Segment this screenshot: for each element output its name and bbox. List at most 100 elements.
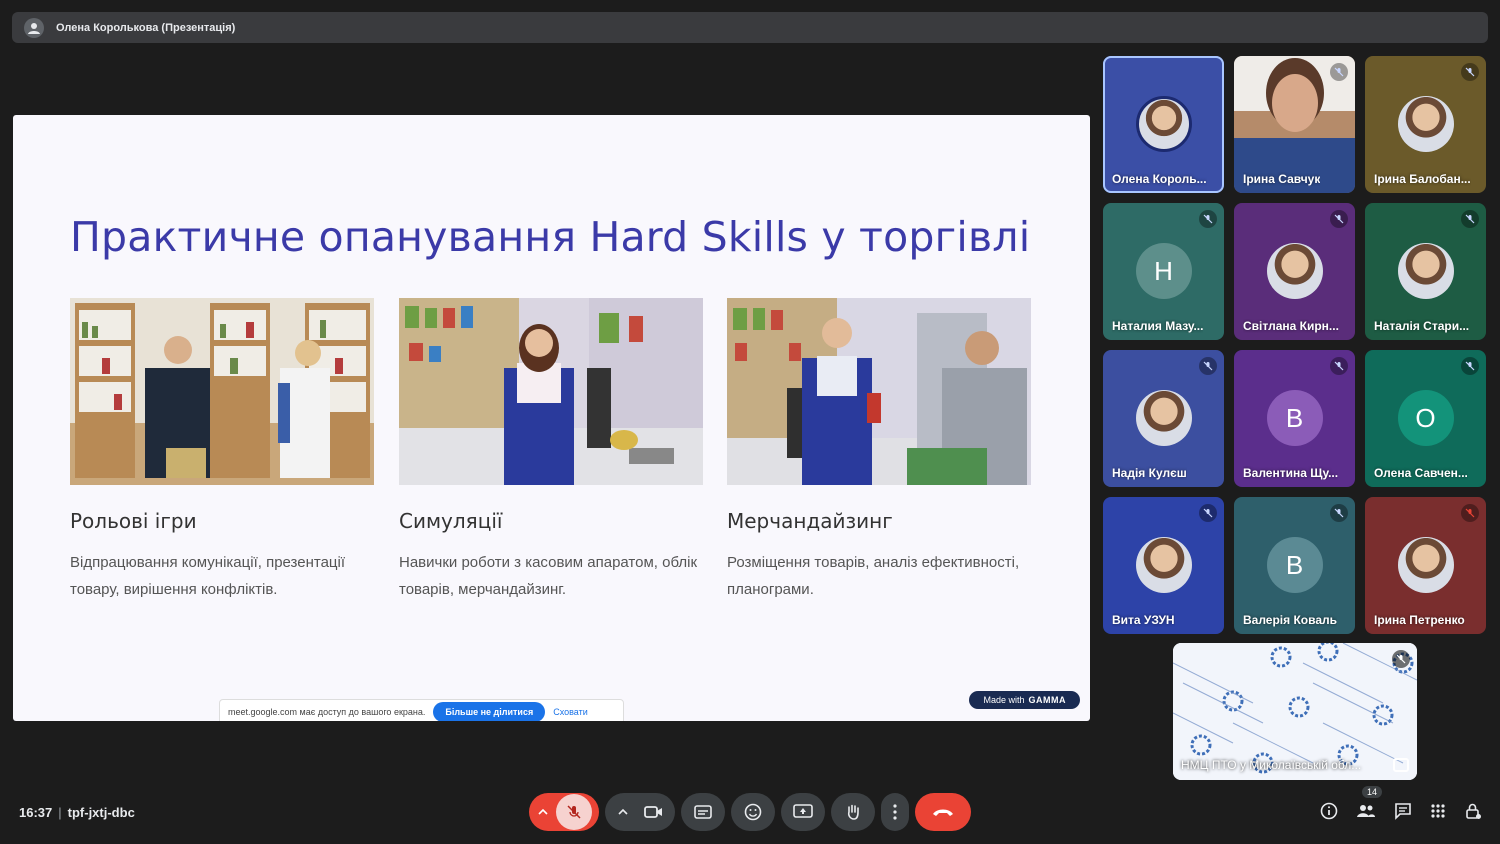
made-with-gamma-badge[interactable]: Made with GAMMA [969,691,1080,709]
participant-tile[interactable]: Ірина Петренко [1365,497,1486,634]
participant-photo-avatar [1135,537,1192,593]
people-icon[interactable] [1356,802,1376,820]
mic-off-icon [1330,504,1348,522]
card-heading: Рольові ігри [70,509,197,533]
mic-off-icon [1461,357,1479,375]
slide-title: Практичне опанування Hard Skills у торгі… [70,213,1031,261]
call-controls [529,793,971,831]
more-vert-icon [893,804,897,820]
participant-name: Ірина Петренко [1374,613,1465,627]
leave-call-button[interactable] [915,793,971,831]
participant-name: Наталия Мазу... [1112,319,1204,333]
mic-off-icon[interactable] [555,794,592,830]
mic-off-icon [1199,357,1217,375]
presentation-header: Олена Королькова (Презентація) [12,12,1488,43]
slide-photo-simulations [399,298,703,485]
participant-name: Валентина Щу... [1243,466,1339,480]
participant-initial-avatar: В [1266,537,1323,593]
participant-name: Олена Король... [1112,172,1207,186]
mic-off-icon [1199,210,1217,228]
mic-off-icon [1461,504,1479,522]
participant-name: Наталія Стари... [1374,319,1470,333]
slide-card-merchandising: Мерчандайзинг Розміщення товарів, аналіз… [727,298,1031,603]
raise-hand-button[interactable] [831,793,875,831]
card-text: Відпрацювання комунікації, презентації т… [70,554,346,598]
card-heading: Мерчандайзинг [727,509,893,533]
participant-tile[interactable]: Ірина Балобан... [1365,56,1486,193]
pip-icon[interactable] [1393,758,1409,772]
meeting-tools [1320,802,1482,820]
gamma-brand: GAMMA [1028,695,1066,705]
slide-card-role-play: Рольові ігри Відпрацювання комунікації, … [70,298,374,603]
mic-off-icon [1199,504,1217,522]
host-controls-icon[interactable] [1464,802,1482,820]
meet-window: Олена Королькова (Презентація) Практичне… [0,0,1500,844]
meeting-code: tpf-jxtj-dbc [67,805,135,820]
shared-screen-slide: Практичне опанування Hard Skills у торгі… [13,115,1090,721]
participant-name: Надія Кулєш [1112,466,1187,480]
more-options-button[interactable] [881,793,909,831]
captions-button[interactable] [681,793,725,831]
self-view-tile[interactable]: НМЦ ПТО у Миколаївській обл... [1173,643,1417,780]
participant-photo-avatar [1397,537,1454,593]
participant-tile[interactable]: В Валерія Коваль [1234,497,1355,634]
participant-photo-avatar [1397,96,1454,152]
participants-count-badge: 14 [1362,786,1383,798]
slide-photo-role-play [70,298,374,485]
participant-name: Світлана Кирн... [1243,319,1339,333]
stop-sharing-button[interactable]: Більше не ділитися [433,702,546,721]
mic-off-icon [1330,357,1348,375]
slide-photo-merchandising [727,298,1031,485]
participant-photo-avatar [1135,390,1192,446]
share-notice-text: meet.google.com має доступ до вашого екр… [228,707,426,717]
gamma-prefix: Made with [983,695,1025,705]
card-text: Розміщення товарів, аналіз ефективності,… [727,554,1020,598]
participant-tile[interactable]: Світлана Кирн... [1234,203,1355,340]
participant-name: Ірина Савчук [1243,172,1321,186]
participant-tile[interactable]: Ірина Савчук [1234,56,1355,193]
participant-tile[interactable]: Надія Кулєш [1103,350,1224,487]
hide-notice-link[interactable]: Сховати [553,707,588,717]
reactions-button[interactable] [731,793,775,831]
hang-up-icon [933,809,953,816]
chevron-up-icon[interactable] [617,806,629,818]
participant-photo-avatar [1266,243,1323,299]
participant-name: Вита УЗУН [1112,613,1175,627]
participant-tile[interactable]: Наталія Стари... [1365,203,1486,340]
participant-grid: Олена Король... Ірина Савчук Ірина Балобан… [1103,56,1487,634]
participant-tile[interactable]: Олена Король... [1103,56,1224,193]
mic-toggle-group[interactable] [529,793,599,831]
captions-icon [694,805,712,819]
participant-tile[interactable]: Н Наталия Мазу... [1103,203,1224,340]
participant-initial-avatar: О [1397,390,1454,446]
mic-off-icon [1461,210,1479,228]
participant-name: Олена Савчен... [1374,466,1468,480]
participant-tile[interactable]: О Олена Савчен... [1365,350,1486,487]
card-text: Навички роботи з касовим апаратом, облік… [399,554,698,598]
present-screen-button[interactable] [781,793,825,831]
participant-tile[interactable]: В Валентина Щу... [1234,350,1355,487]
mic-off-icon [1461,63,1479,81]
participant-face [1272,74,1318,132]
participant-name: Ірина Балобан... [1374,172,1471,186]
screen-share-notice: meet.google.com має доступ до вашого екр… [219,699,624,721]
participant-name: Валерія Коваль [1243,613,1338,627]
camera-toggle-group[interactable] [605,793,675,831]
meeting-info: 16:37 | tpf-jxtj-dbc [19,805,135,820]
emoji-icon [744,803,762,821]
mic-off-icon [1330,63,1348,81]
participant-initial-avatar: Н [1135,243,1192,299]
presenter-avatar-icon [24,17,44,38]
mic-off-icon [1330,210,1348,228]
info-icon[interactable] [1320,802,1338,820]
activities-grid-icon[interactable] [1430,803,1446,819]
hand-icon [847,804,859,820]
camera-icon[interactable] [643,804,664,820]
card-heading: Симуляції [399,509,503,533]
participant-photo-avatar [1397,243,1454,299]
slide-card-simulations: Симуляції Навички роботи з касовим апара… [399,298,703,603]
participant-tile[interactable]: Вита УЗУН [1103,497,1224,634]
meeting-time: 16:37 [19,805,53,820]
chat-icon[interactable] [1394,802,1412,820]
chevron-up-icon[interactable] [537,806,549,818]
